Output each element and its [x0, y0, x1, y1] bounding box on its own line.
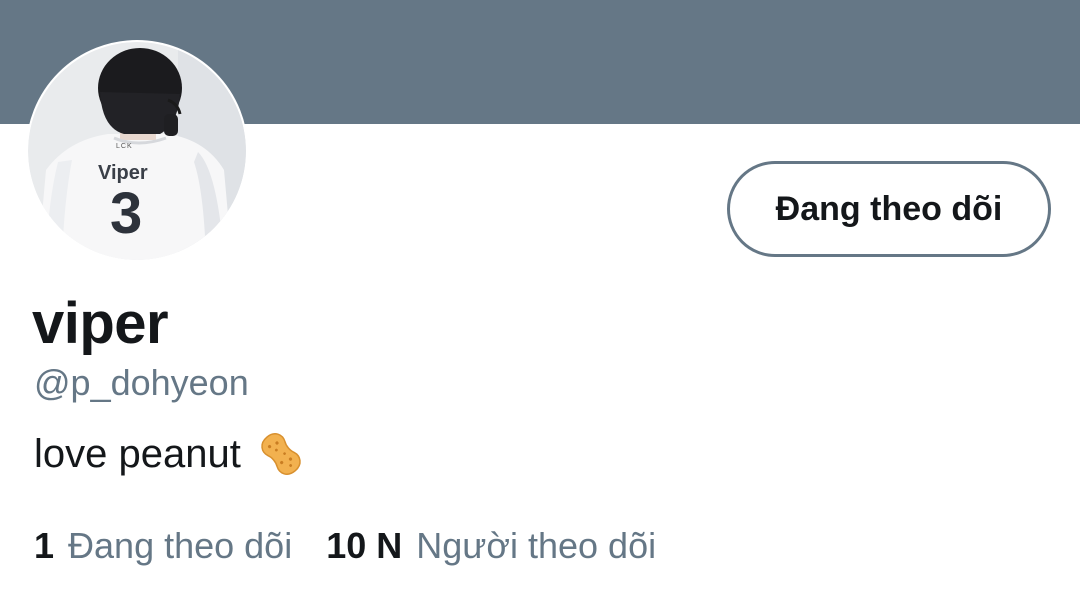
user-handle: @p_dohyeon	[34, 362, 249, 403]
jersey-number: 3	[110, 181, 143, 246]
followers-count: 10 N	[326, 525, 403, 566]
followers-stat[interactable]: 10 N Người theo dõi	[326, 522, 656, 570]
followers-label: Người theo dõi	[416, 525, 657, 566]
jersey-logo: LCK	[116, 143, 133, 150]
avatar[interactable]: LCK Viper 3	[26, 40, 248, 262]
bio: love peanut	[34, 428, 307, 480]
profile-page: LCK Viper 3 Đang theo dõi viper @p_dohye…	[0, 0, 1080, 604]
bio-text: love peanut	[34, 432, 241, 476]
following-stat[interactable]: 1 Đang theo dõi	[34, 522, 292, 570]
display-name: viper	[32, 291, 169, 356]
peanut-icon	[255, 428, 307, 480]
following-label: Đang theo dõi	[68, 525, 293, 566]
profile-stats: 1 Đang theo dõi 10 N Người theo dõi	[34, 522, 656, 570]
following-button[interactable]: Đang theo dõi	[727, 161, 1051, 257]
following-count: 1	[34, 525, 55, 566]
